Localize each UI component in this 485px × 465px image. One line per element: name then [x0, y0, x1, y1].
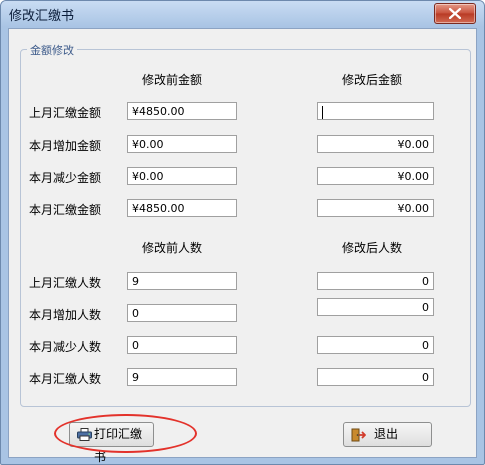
before-amount-field[interactable]: ¥4850.00 [127, 102, 237, 120]
amount-row-label: 上月汇缴金额 [29, 106, 102, 120]
count-row-label: 本月汇缴人数 [29, 372, 102, 386]
before-amount-field[interactable]: ¥0.00 [127, 167, 237, 185]
after-amount-input[interactable] [317, 102, 434, 120]
exit-door-icon [351, 428, 366, 442]
window-title: 修改汇缴书 [9, 9, 75, 24]
count-row-label: 本月增加人数 [29, 308, 102, 322]
close-icon [449, 8, 461, 19]
after-count-field[interactable]: 0 [317, 272, 434, 290]
before-count-field[interactable]: 0 [127, 304, 237, 322]
highlight-ring [54, 414, 197, 453]
count-row-label: 上月汇缴人数 [29, 276, 102, 290]
before-amount-field[interactable]: ¥4850.00 [127, 199, 237, 217]
after-amount-field[interactable]: ¥0.00 [317, 167, 434, 185]
dialog-body: 金额修改 修改前金额 修改后金额 上月汇缴金额 ¥4850.00 本月增加金额 … [8, 28, 477, 464]
exit-button-label: 退出 [374, 427, 399, 441]
after-count-field[interactable]: 0 [317, 368, 434, 386]
after-count-field[interactable]: 0 [317, 336, 434, 354]
amount-row-label: 本月增加金额 [29, 139, 102, 153]
title-bar: 修改汇缴书 [1, 1, 484, 27]
after-count-field[interactable]: 0 [317, 298, 434, 316]
exit-button[interactable]: 退出 [343, 422, 432, 447]
amount-row-label: 本月减少金额 [29, 171, 102, 185]
after-amount-header: 修改后金额 [342, 73, 403, 87]
after-count-header: 修改后人数 [342, 241, 403, 255]
count-row-label: 本月减少人数 [29, 340, 102, 354]
after-amount-field[interactable]: ¥0.00 [317, 135, 434, 153]
before-count-header: 修改前人数 [142, 241, 203, 255]
close-button[interactable] [434, 3, 476, 24]
text-cursor [322, 105, 323, 119]
before-count-field[interactable]: 9 [127, 272, 237, 290]
before-count-field[interactable]: 9 [127, 368, 237, 386]
group-label: 金额修改 [27, 42, 77, 58]
before-amount-header: 修改前金额 [142, 73, 203, 87]
after-amount-field[interactable]: ¥0.00 [317, 199, 434, 217]
before-count-field[interactable]: 0 [127, 336, 237, 354]
dialog-window: 修改汇缴书 金额修改 修改前金额 修改后金额 上月汇缴金额 ¥4850.00 本… [0, 0, 485, 465]
before-amount-field[interactable]: ¥0.00 [127, 135, 237, 153]
amount-row-label: 本月汇缴金额 [29, 203, 102, 217]
